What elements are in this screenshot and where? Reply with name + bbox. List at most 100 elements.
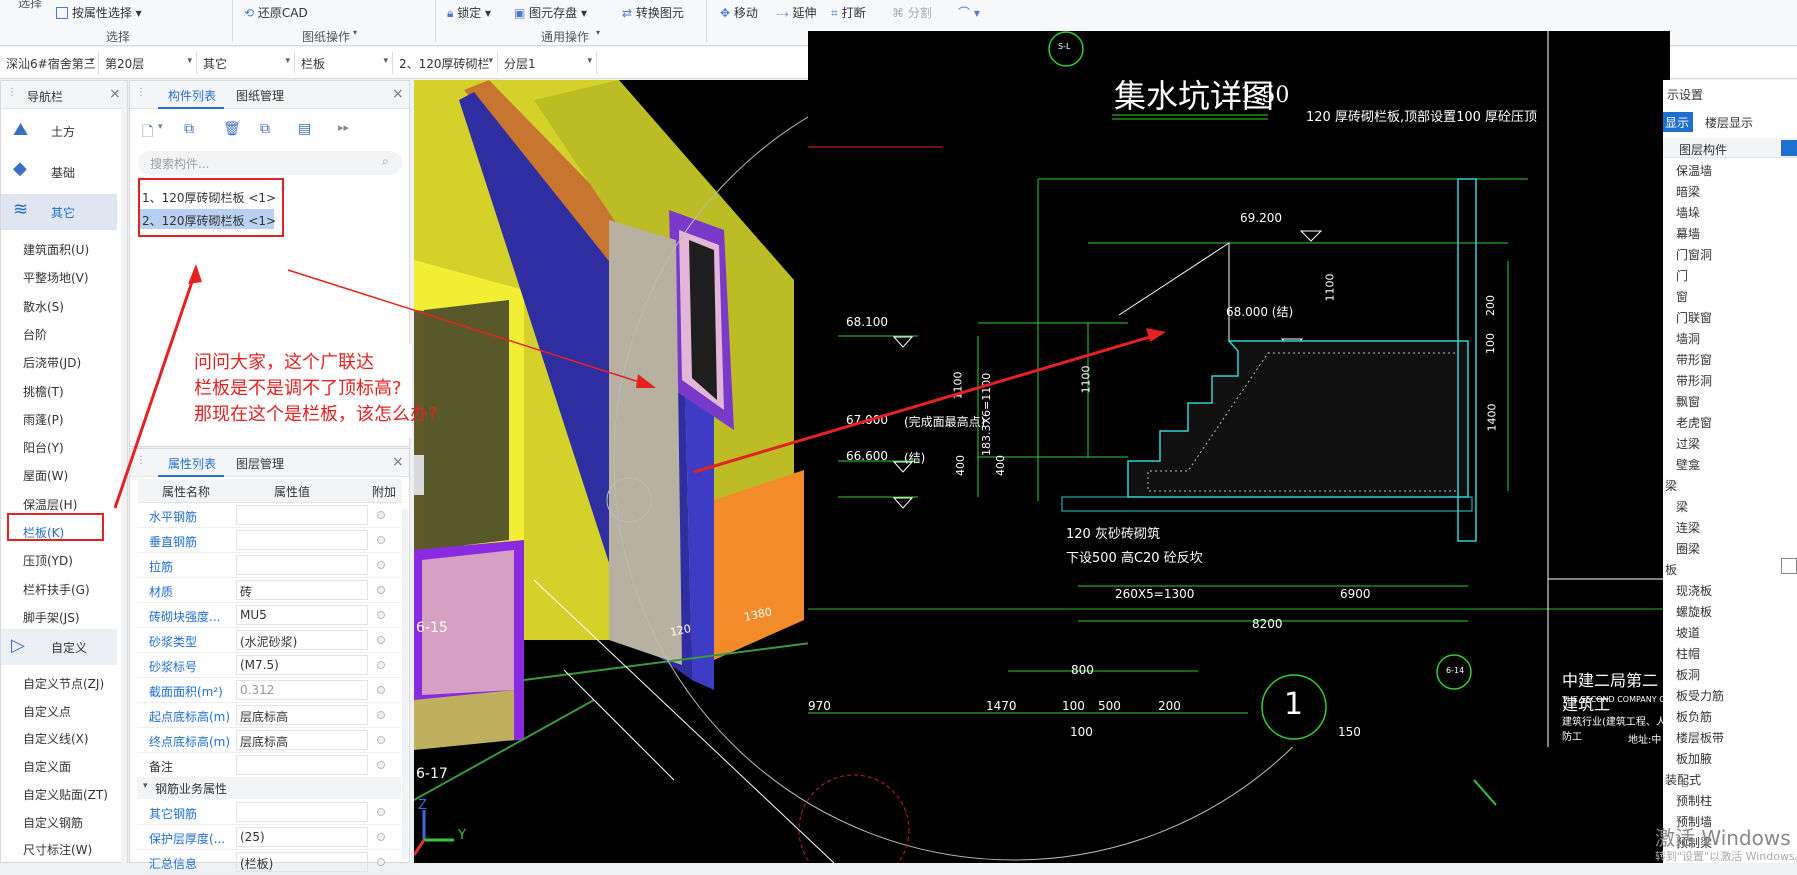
property-value[interactable]: 0.312 (236, 680, 368, 700)
nav-custom-item[interactable]: 自定义节点(ZJ) (23, 675, 104, 692)
extra-checkbox[interactable] (377, 711, 385, 719)
nav-group-custom[interactable]: ▷ 自定义 (1, 629, 117, 665)
property-value[interactable]: (25) (236, 827, 368, 847)
layer-item[interactable]: 保温墙 (1676, 162, 1712, 179)
extra-checkbox[interactable] (377, 858, 385, 866)
chevron-down-icon[interactable]: ▾ (158, 122, 163, 132)
property-row[interactable]: 水平钢筋 (137, 503, 401, 528)
tab-drawing-manage[interactable]: 图纸管理 (236, 87, 284, 104)
tab-properties[interactable]: 属性列表 (168, 455, 216, 472)
property-row[interactable]: 材质 砖 (137, 578, 401, 603)
drawing-ops-caret[interactable]: ▾ (353, 28, 357, 37)
nav-item[interactable]: 散水(S) (23, 298, 64, 315)
layer-checkbox[interactable] (1781, 558, 1797, 574)
layer-item[interactable]: 板负筋 (1676, 708, 1712, 725)
lock-button[interactable]: 🔒︎ 锁定 ▾ (447, 4, 491, 21)
nav-item[interactable]: 屋面(W) (23, 467, 68, 484)
layer-item[interactable]: 幕墙 (1676, 225, 1700, 242)
layer-item[interactable]: 梁 (1676, 498, 1688, 515)
nav-item[interactable]: 台阶 (23, 326, 47, 343)
property-row[interactable]: 截面面积(m²) 0.312 (137, 678, 401, 703)
section-row[interactable]: ▾ 钢筋业务属性 (137, 777, 401, 799)
property-row[interactable]: 砂浆标号 (M7.5) (137, 653, 401, 678)
property-value[interactable] (236, 755, 368, 775)
break-button[interactable]: ⌗ 打断 (831, 4, 866, 21)
property-value[interactable]: (M7.5) (236, 655, 368, 675)
copy-icon[interactable]: ⧉ (184, 121, 194, 137)
layer-item[interactable]: 壁龛 (1676, 456, 1700, 473)
nav-item[interactable]: 阳台(Y) (23, 439, 64, 456)
split-button[interactable]: ⌘ 分割 (892, 4, 932, 21)
property-value[interactable] (236, 530, 368, 550)
nav-item[interactable]: 平整场地(V) (23, 269, 89, 286)
property-row[interactable]: 其它钢筋 (137, 800, 401, 825)
layer-item[interactable]: 板 (1665, 561, 1677, 578)
nav-item[interactable]: 挑檐(T) (23, 383, 64, 400)
layer-item[interactable]: 板加腋 (1676, 750, 1712, 767)
property-row[interactable]: 拉筋 (137, 553, 401, 578)
nav-group-other[interactable]: ≋ 其它 (1, 194, 117, 230)
extra-checkbox[interactable] (377, 561, 385, 569)
extra-checkbox[interactable] (377, 686, 385, 694)
nav-custom-item[interactable]: 自定义钢筋 (23, 814, 83, 831)
extra-checkbox[interactable] (377, 611, 385, 619)
more-icon[interactable]: ▸▸ (338, 121, 349, 134)
layer-item[interactable]: 柱帽 (1676, 645, 1700, 662)
close-icon[interactable]: × (392, 454, 404, 470)
component-select[interactable]: 2、120厚砖砌栏 ▾ (395, 52, 498, 74)
layer-item[interactable]: 门 (1676, 267, 1688, 284)
collapse-icon[interactable]: ▾ (143, 781, 148, 791)
nav-custom-item[interactable]: 自定义点 (23, 703, 71, 720)
common-ops-caret[interactable]: ▾ (596, 28, 600, 37)
layer-item[interactable]: 带形洞 (1676, 372, 1712, 389)
nav-item[interactable]: 建筑面积(U) (23, 241, 89, 258)
move-button[interactable]: ✥ 移动 (720, 4, 758, 21)
layer-item[interactable]: 预制柱 (1676, 792, 1712, 809)
property-scrollbar[interactable] (402, 509, 408, 859)
nav-custom-item[interactable]: 自定义面 (23, 758, 71, 775)
layer-item[interactable]: 现浇板 (1676, 582, 1712, 599)
extra-checkbox[interactable] (377, 636, 385, 644)
extra-checkbox[interactable] (377, 808, 385, 816)
property-value[interactable]: 砖 (236, 580, 368, 600)
layer-item[interactable]: 板洞 (1676, 666, 1700, 683)
close-icon[interactable]: × (392, 86, 404, 102)
extra-checkbox[interactable] (377, 586, 385, 594)
nav-scrollbar[interactable] (121, 81, 127, 864)
property-row[interactable]: 保护层厚度(... (25) (137, 825, 401, 850)
project-select[interactable]: 深汕6#宿舍第三 ▾ (2, 52, 99, 74)
nav-item[interactable]: 脚手架(JS) (23, 609, 80, 626)
layer-item[interactable]: 飘窗 (1676, 393, 1700, 410)
delete-icon[interactable]: 🗑︎ (223, 121, 241, 137)
extra-checkbox[interactable] (377, 511, 385, 519)
convert-element-button[interactable]: ⇄ 转换图元 (622, 4, 684, 21)
panel-collapse-handle[interactable] (414, 455, 424, 495)
property-value[interactable] (236, 555, 368, 575)
layer-item[interactable]: 墙洞 (1676, 330, 1700, 347)
nav-custom-item[interactable]: 自定义线(X) (23, 730, 89, 747)
tab-component-list[interactable]: 构件列表 (168, 87, 216, 104)
property-value[interactable]: (栏板) (236, 852, 368, 872)
restore-cad-button[interactable]: ⟲ 还原CAD (244, 4, 308, 21)
nav-item[interactable]: 压顶(YD) (23, 552, 73, 569)
nav-item[interactable]: 雨蓬(P) (23, 411, 64, 428)
nav-item[interactable]: 栏杆扶手(G) (23, 581, 90, 598)
layer-select[interactable]: 分层1 ▾ (500, 52, 597, 74)
drag-handle-icon[interactable]: ⋮ (7, 87, 17, 98)
layer-copy-icon[interactable]: ▤ (298, 121, 311, 137)
drag-handle-icon[interactable]: ⋮ (136, 87, 146, 98)
layer-item[interactable]: 圈梁 (1676, 540, 1700, 557)
extra-checkbox[interactable] (377, 661, 385, 669)
cad-drawing-overlay[interactable]: S-L 6-14 集水坑详图 1:50 120 厚砖砌栏板,顶部设置100 厚砼… (808, 31, 1670, 747)
nav-item[interactable]: 后浇带(JD) (23, 354, 81, 371)
layer-item[interactable]: 门窗洞 (1676, 246, 1712, 263)
extra-checkbox[interactable] (377, 761, 385, 769)
property-row[interactable]: 砂浆类型 (水泥砂浆) (137, 628, 401, 653)
property-value[interactable]: 层底标高 (236, 705, 368, 725)
tab-display[interactable]: 显示 (1663, 112, 1693, 132)
layer-item[interactable]: 墙垛 (1676, 204, 1700, 221)
layer-item[interactable]: 过梁 (1676, 435, 1700, 452)
property-row[interactable]: 起点底标高(m) 层底标高 (137, 703, 401, 728)
drag-handle-icon[interactable]: ⋮ (136, 455, 146, 466)
property-value[interactable]: MU5 (236, 605, 368, 625)
